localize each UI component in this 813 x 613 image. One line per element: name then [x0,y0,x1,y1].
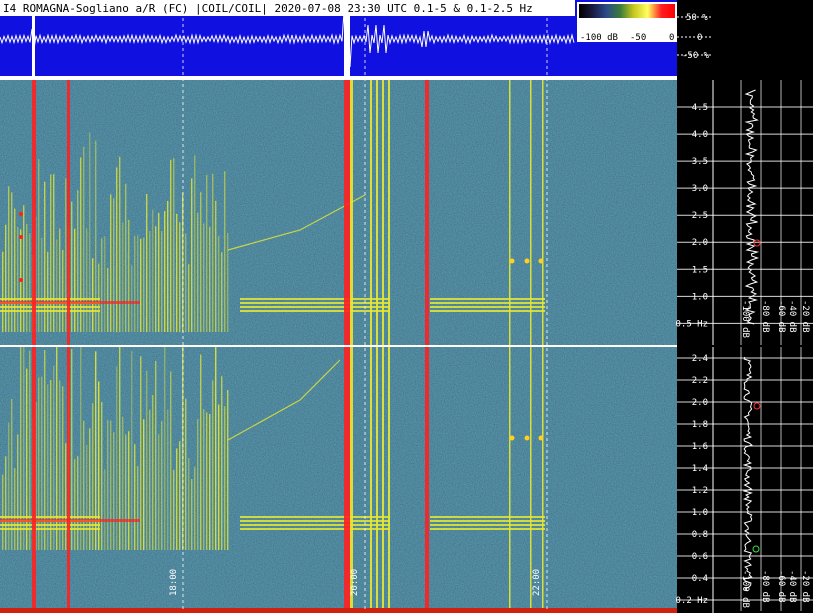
time-label-1800: 18:00 [169,569,179,596]
db-lower-4: -20 dB [800,570,810,603]
waveform-saturation [344,16,350,76]
freq-label: 0.2 Hz [675,596,708,606]
db-lower-0: -100 dB [740,570,750,608]
freq-label: 2.0 [692,398,708,408]
colorbar-label-max: 0 [669,33,674,43]
freq-label: 0.6 [692,552,708,562]
freq-label: 1.0 [692,508,708,518]
db-upper-1: -80 dB [760,300,770,333]
wave-pct-bottom: -50 % [682,51,710,61]
freq-label: 1.5 [692,265,708,275]
monitor-scene: I4 ROMAGNA-Sogliano a/R (FC) |COIL/COIL|… [0,0,813,613]
wave-pct-top: 50 % [686,13,708,23]
waveform-spike [32,16,35,76]
db-lower-3: -40 dB [787,570,797,603]
waveform-scale: 50 % 0 -50 % [677,13,713,61]
freq-label: 2.0 [692,238,708,248]
freq-label: 0.8 [692,530,708,540]
colorbar-label-min: -100 dB [580,33,618,43]
wave-pct-zero: 0 [697,33,702,43]
freq-label: 2.5 [692,211,708,221]
freq-label: 3.5 [692,157,708,167]
db-upper-2: -60 dB [776,300,786,333]
freq-label: 1.8 [692,420,708,430]
freq-label: 3.0 [692,184,708,194]
freq-label: 1.6 [692,442,708,452]
spectrogram-upper [0,80,677,345]
freq-label: 0.4 [692,574,708,584]
freq-label: 4.0 [692,130,708,140]
time-label-2200: 22:00 [532,569,542,596]
db-upper-3: -40 dB [787,300,797,333]
freq-label: 2.2 [692,376,708,386]
freq-label: 1.4 [692,464,708,474]
freq-label: 4.5 [692,103,708,113]
freq-label: 1.0 [692,292,708,302]
freq-label: 0.5 Hz [675,319,708,329]
freq-label: 2.4 [692,354,708,364]
colorbar: -100 dB -50 0 [577,2,677,43]
colorbar-label-mid: -50 [630,33,646,43]
db-upper-4: -20 dB [800,300,810,333]
db-upper-0: -100 dB [740,300,750,338]
freq-label: 1.2 [692,486,708,496]
time-label-2000: 20:00 [350,569,360,596]
spectrogram-lower [0,347,677,611]
station-title: I4 ROMAGNA-Sogliano a/R (FC) |COIL/COIL|… [3,2,533,15]
db-lower-1: -80 dB [760,570,770,603]
db-lower-2: -60 dB [776,570,786,603]
